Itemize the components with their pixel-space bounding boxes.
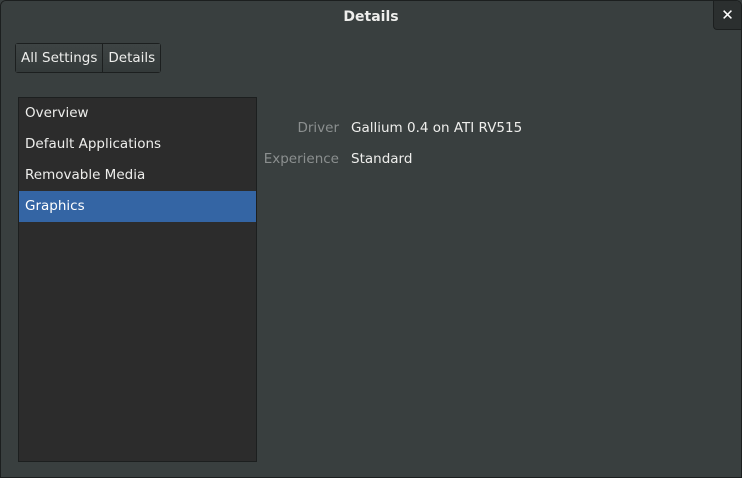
- sidebar-item-removable-media[interactable]: Removable Media: [19, 160, 256, 191]
- breadcrumb-all-settings-button[interactable]: All Settings: [16, 44, 103, 72]
- details-window: Details ✕ All Settings Details Overview …: [0, 0, 742, 478]
- driver-value: Gallium 0.4 on ATI RV515: [351, 120, 523, 136]
- experience-label: Experience: [263, 151, 339, 167]
- driver-label: Driver: [297, 120, 339, 136]
- title-bar[interactable]: Details ✕: [1, 1, 741, 33]
- sidebar-item-graphics[interactable]: Graphics: [19, 191, 256, 222]
- close-button[interactable]: ✕: [713, 1, 741, 30]
- sidebar-item-overview[interactable]: Overview: [19, 98, 256, 129]
- breadcrumb-details-button[interactable]: Details: [102, 44, 161, 72]
- sidebar: Overview Default Applications Removable …: [18, 97, 257, 462]
- window-title: Details: [343, 9, 399, 25]
- sidebar-item-default-applications[interactable]: Default Applications: [19, 129, 256, 160]
- close-icon: ✕: [721, 6, 734, 24]
- breadcrumb: All Settings Details: [15, 43, 162, 73]
- experience-value: Standard: [351, 151, 413, 167]
